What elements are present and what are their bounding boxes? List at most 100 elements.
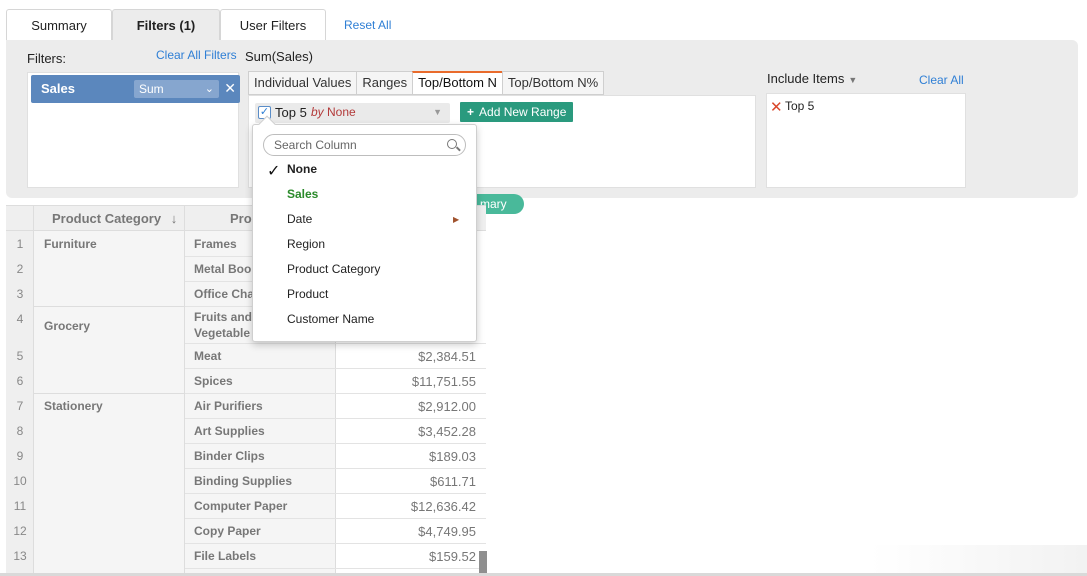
search-input[interactable] xyxy=(274,138,439,152)
tab-summary[interactable]: Summary xyxy=(6,9,112,41)
sort-down-icon[interactable]: ↓ xyxy=(171,211,178,226)
row-number: 11 xyxy=(13,499,27,513)
tab-top-bottom-n-percent[interactable]: Top/Bottom N% xyxy=(501,71,605,95)
row-divider xyxy=(336,443,486,444)
row-number: 9 xyxy=(16,449,24,463)
sales-cell[interactable]: $159.52 xyxy=(429,549,476,564)
category-cell[interactable]: Grocery xyxy=(44,319,90,333)
filter-list: Sales Sum ⌄ ✕ xyxy=(27,72,240,188)
tab-ranges[interactable]: Ranges xyxy=(356,71,414,95)
column-dropdown: ✓ None Sales Date ▶ Region Product Categ… xyxy=(252,115,477,342)
dropdown-item-region[interactable]: Region xyxy=(287,237,325,251)
row-divider xyxy=(336,518,486,519)
sales-cell[interactable]: $189.03 xyxy=(429,449,476,464)
category-cell[interactable]: Stationery xyxy=(44,399,103,413)
tab-top-bottom-n[interactable]: Top/Bottom N xyxy=(412,71,503,95)
row-divider xyxy=(336,343,486,344)
dropdown-item-none[interactable]: None xyxy=(287,162,317,176)
row-number: 1 xyxy=(16,237,24,251)
product-cell[interactable]: Spices xyxy=(194,374,233,388)
filter-chip-sales[interactable]: Sales Sum ⌄ ✕ xyxy=(31,75,240,103)
row-divider xyxy=(185,368,336,369)
product-cell[interactable]: Vegetable xyxy=(194,326,250,340)
sales-cell[interactable]: $3,452.28 xyxy=(418,424,476,439)
filter-type-tabs: Individual Values Ranges Top/Bottom N To… xyxy=(248,71,605,95)
product-cell[interactable]: Computer Paper xyxy=(194,499,287,513)
topn-label: Top 5 xyxy=(275,105,307,120)
clear-all-filters-link[interactable]: Clear All Filters xyxy=(156,48,237,62)
sales-cell[interactable]: $2,912.00 xyxy=(418,399,476,414)
row-divider xyxy=(336,418,486,419)
include-items-select[interactable]: Include Items ▼ xyxy=(767,71,857,86)
row-number: 12 xyxy=(13,524,27,538)
row-divider xyxy=(185,568,336,569)
row-number: 13 xyxy=(13,549,27,563)
column-header-label: Pro xyxy=(230,211,252,226)
included-items-list: ✕ Top 5 xyxy=(766,93,966,188)
include-items-label: Include Items xyxy=(767,71,845,86)
column-header-product-category[interactable]: Product Category ↓ xyxy=(34,206,185,231)
tab-filters[interactable]: Filters (1) xyxy=(112,9,220,41)
row-divider xyxy=(185,393,336,394)
add-new-range-label: Add New Range xyxy=(479,105,567,119)
caret-down-icon[interactable]: ▼ xyxy=(433,107,442,117)
plus-icon: + xyxy=(467,105,475,119)
filter-chip-label: Sales xyxy=(41,81,75,96)
row-divider xyxy=(34,393,185,394)
sales-cell[interactable]: $11,751.55 xyxy=(412,374,476,389)
filter-tabs: Summary Filters (1) User Filters Reset A… xyxy=(6,9,391,41)
product-cell[interactable]: Office Cha xyxy=(194,287,254,301)
dropdown-item-product-category[interactable]: Product Category xyxy=(287,262,380,276)
row-number: 7 xyxy=(16,399,24,413)
row-number: 2 xyxy=(16,262,24,276)
reset-all-link[interactable]: Reset All xyxy=(344,9,391,41)
caret-down-icon: ▼ xyxy=(848,75,858,85)
product-cell[interactable]: File Labels xyxy=(194,549,256,563)
row-divider xyxy=(336,368,486,369)
product-cell[interactable]: Copy Paper xyxy=(194,524,261,538)
included-item: Top 5 xyxy=(785,99,815,113)
row-divider xyxy=(185,418,336,419)
product-cell[interactable]: Binder Clips xyxy=(194,449,265,463)
column-header-label: Product Category xyxy=(52,211,162,226)
row-divider xyxy=(185,343,336,344)
scrollbar-handle[interactable] xyxy=(479,551,487,573)
close-icon[interactable]: ✕ xyxy=(224,80,236,97)
remove-icon[interactable]: ✕ xyxy=(770,98,783,116)
row-divider xyxy=(336,468,486,469)
row-divider xyxy=(34,306,185,307)
topn-row[interactable]: ✓ Top 5 by None ▼ xyxy=(255,103,450,123)
search-field[interactable] xyxy=(263,134,466,156)
checkmark-icon: ✓ xyxy=(267,163,281,180)
row-number-header xyxy=(6,206,34,231)
filter-panel: Filters: Clear All Filters Sum(Sales) Sa… xyxy=(6,40,1078,198)
sales-cell[interactable]: $4,749.95 xyxy=(418,524,476,539)
row-divider xyxy=(336,568,486,569)
dropdown-item-product[interactable]: Product xyxy=(287,287,328,301)
corner-shade xyxy=(870,545,1087,576)
add-new-range-button[interactable]: + Add New Range xyxy=(460,102,573,122)
dropdown-item-sales[interactable]: Sales xyxy=(287,187,318,201)
sales-cell[interactable]: $12,636.42 xyxy=(411,499,476,514)
tab-user-filters[interactable]: User Filters xyxy=(220,9,326,41)
product-cell[interactable]: Art Supplies xyxy=(194,424,265,438)
sales-cell[interactable]: $611.71 xyxy=(430,474,476,489)
product-cell[interactable]: Fruits and xyxy=(194,310,252,324)
aggregate-select[interactable]: Sum ⌄ xyxy=(134,80,219,98)
row-number: 3 xyxy=(16,287,24,301)
product-cell[interactable]: Frames xyxy=(194,237,237,251)
aggregate-value: Sum xyxy=(139,82,164,96)
dropdown-item-customer-name[interactable]: Customer Name xyxy=(287,312,374,326)
row-divider xyxy=(185,493,336,494)
row-number: 8 xyxy=(16,424,24,438)
tab-individual-values[interactable]: Individual Values xyxy=(248,71,358,95)
product-cell[interactable]: Binding Supplies xyxy=(194,474,292,488)
product-cell[interactable]: Air Purifiers xyxy=(194,399,263,413)
category-cell[interactable]: Furniture xyxy=(44,237,97,251)
product-cell[interactable]: Meat xyxy=(194,349,221,363)
dropdown-item-date[interactable]: Date xyxy=(287,212,312,226)
clear-all-link[interactable]: Clear All xyxy=(919,73,964,87)
product-cell[interactable]: Metal Boo xyxy=(194,262,251,276)
by-column-value[interactable]: None xyxy=(327,105,356,119)
sales-cell[interactable]: $2,384.51 xyxy=(418,349,476,364)
